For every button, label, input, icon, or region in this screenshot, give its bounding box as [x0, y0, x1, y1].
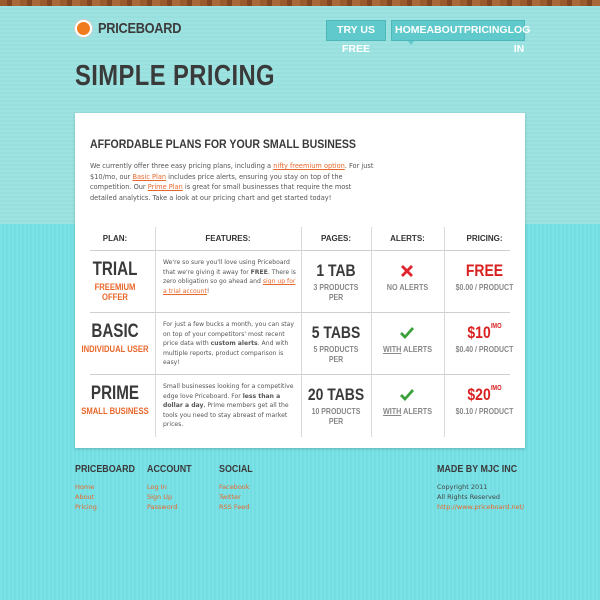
footer-link-login[interactable]: Log In	[147, 482, 200, 492]
header-features: FEATURES:	[205, 234, 251, 243]
footer-heading: PRICEBOARD	[75, 463, 136, 475]
footer-site-link[interactable]: http://www.priceboard.net/	[437, 502, 531, 512]
alert-with: WITH	[382, 406, 402, 416]
rights-text: All Rights Reserved	[437, 493, 500, 501]
copyright-text: Copyright 2011	[437, 483, 488, 491]
products-per: 10 PRODUCTS PER	[311, 406, 361, 426]
footer-link-about[interactable]: About	[75, 492, 146, 502]
alert-status: NO ALERTS	[376, 282, 438, 292]
price-period: /MO	[490, 385, 502, 392]
plan-subtitle: FREEMIUM OFFER	[94, 282, 136, 302]
plan-features: Small businesses looking for a competiti…	[163, 382, 298, 430]
footer-link-password[interactable]: Password	[147, 502, 200, 512]
plan-name: TRIAL	[92, 259, 138, 280]
plan-features: We're so sure you'll love using Priceboa…	[163, 258, 298, 296]
header-pricing: PRICING:	[466, 234, 503, 243]
footer-made-by: MADE BY MJC INC Copyright 2011 All Right…	[437, 463, 531, 512]
logo-text: PRICEBOARD	[98, 20, 182, 37]
alert-with: WITH	[382, 344, 402, 354]
footer-heading: ACCOUNT	[147, 463, 192, 475]
pricing-card: AFFORDABLE PLANS FOR YOUR SMALL BUSINESS…	[75, 113, 525, 448]
plan-subtitle: INDIVIDUAL USER	[81, 344, 149, 354]
table-row: PRIME SMALL BUSINESS Small businesses lo…	[75, 375, 525, 437]
plan-name: PRIME	[90, 383, 140, 404]
intro-text: We currently offer three easy pricing pl…	[90, 162, 274, 170]
products-per: 5 PRODUCTS PER	[313, 344, 359, 364]
price: FREE	[465, 261, 504, 280]
pages-count: 20 TABS	[307, 385, 365, 404]
products-per: 3 PRODUCTS PER	[313, 282, 359, 302]
alert-status: WITH ALERTS	[376, 344, 438, 354]
header-plan: PLAN:	[102, 234, 128, 243]
table-row: BASIC INDIVIDUAL USER For just a few buc…	[75, 313, 525, 375]
footer-heading: SOCIAL	[219, 463, 253, 475]
footer-priceboard: PRICEBOARD Home About Pricing	[75, 463, 146, 512]
pages-count: 1 TAB	[316, 261, 356, 280]
check-icon	[400, 327, 414, 339]
header-alerts: ALERTS:	[390, 234, 425, 243]
price: $20/MO	[451, 385, 517, 405]
footer-heading: MADE BY MJC INC	[437, 463, 518, 475]
footer-link-twitter[interactable]: Twitter	[219, 492, 259, 502]
card-intro: We currently offer three easy pricing pl…	[90, 161, 375, 203]
footer-account: ACCOUNT Log In Sign Up Password	[147, 463, 200, 512]
nav-about[interactable]: ABOUT	[427, 21, 464, 40]
nav-login[interactable]: LOG IN	[508, 21, 531, 55]
alert-label: NO ALERTS	[386, 282, 429, 292]
main-nav: HOME ABOUT PRICING LOG IN	[391, 20, 530, 55]
nav-pricing[interactable]: PRICING	[464, 21, 508, 40]
alert-status: WITH ALERTS	[376, 406, 438, 416]
feature-bold: custom alerts	[210, 340, 258, 347]
price-per-product: $0.40 / PRODUCT	[455, 344, 514, 354]
price-amount: $10	[467, 323, 491, 342]
prime-plan-link[interactable]: Prime Plan	[148, 183, 183, 191]
logo[interactable]: PRICEBOARD	[75, 20, 196, 37]
footer-link-signup[interactable]: Sign Up	[147, 492, 200, 502]
feature-text: !	[206, 287, 210, 295]
price-per-product: $0.10 / PRODUCT	[455, 406, 514, 416]
logo-dot-icon	[75, 20, 92, 37]
plan-subtitle: SMALL BUSINESS	[81, 406, 149, 416]
price-per-product: $0.00 / PRODUCT	[455, 282, 514, 292]
plan-name: BASIC	[91, 321, 139, 342]
table-row: TRIAL FREEMIUM OFFER We're so sure you'l…	[75, 251, 525, 313]
price-amount: $20	[467, 385, 491, 404]
page-title: SIMPLE PRICING	[75, 60, 275, 92]
feature-bold: FREE	[250, 268, 268, 276]
footer-link-rss[interactable]: RSS Feed	[219, 502, 259, 512]
footer-social: SOCIAL Facebook Twitter RSS Feed	[219, 463, 259, 512]
check-icon	[400, 389, 414, 401]
footer-link-facebook[interactable]: Facebook	[219, 482, 259, 492]
header-pages: PAGES:	[320, 234, 352, 243]
pages-count: 5 TABS	[311, 323, 361, 342]
freemium-link[interactable]: nifty freemium option	[273, 162, 345, 170]
price: $10/MO	[451, 323, 517, 343]
footer-link-home[interactable]: Home	[75, 482, 146, 492]
nav-home[interactable]: HOME	[395, 21, 427, 45]
alert-label: ALERTS	[401, 406, 433, 416]
price-period: /MO	[490, 323, 502, 330]
plan-features: For just a few bucks a month, you can st…	[163, 320, 298, 368]
cross-icon	[401, 265, 413, 277]
alert-label: ALERTS	[401, 344, 433, 354]
try-us-free-button[interactable]: TRY US FREE	[326, 20, 386, 55]
footer-link-pricing[interactable]: Pricing	[75, 502, 146, 512]
card-heading: AFFORDABLE PLANS FOR YOUR SMALL BUSINESS	[90, 137, 356, 151]
basic-plan-link[interactable]: Basic Plan	[132, 173, 166, 181]
